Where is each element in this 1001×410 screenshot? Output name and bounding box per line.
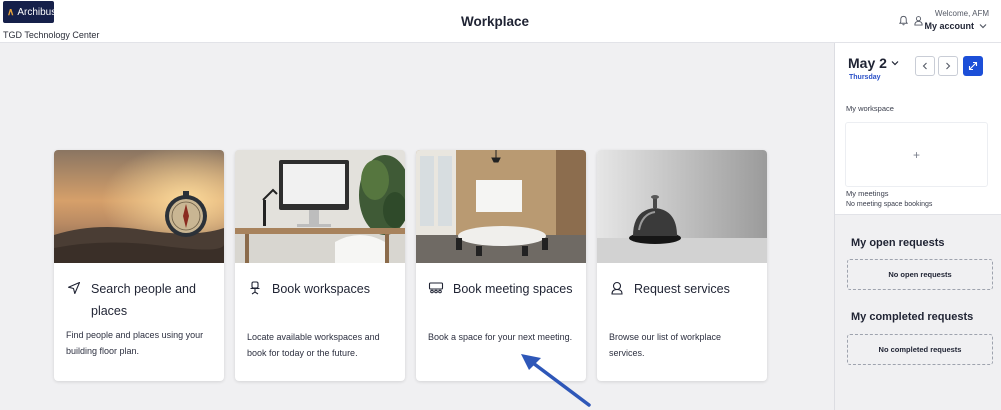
date-picker[interactable]: May 2 — [848, 55, 899, 71]
compass-photo — [54, 150, 224, 263]
bell-icon[interactable] — [898, 15, 909, 26]
card-description: Browse our list of workplace services. — [609, 332, 722, 358]
my-account-label: My account — [924, 21, 974, 31]
date-label: May 2 — [848, 55, 887, 71]
add-workspace-button[interactable]: + — [845, 122, 988, 187]
card-title: Request services — [634, 282, 730, 296]
card-book-workspaces[interactable]: Book workspaces Locate available workspa… — [235, 150, 405, 381]
my-workspace-label: My workspace — [846, 104, 894, 113]
conference-room-photo — [416, 150, 586, 263]
annotation-arrow-icon — [521, 354, 591, 407]
user-icon[interactable] — [913, 15, 924, 26]
navigation-arrow-icon — [67, 281, 81, 295]
completed-requests-empty: No completed requests — [847, 334, 993, 365]
day-label: Thursday — [849, 74, 881, 81]
card-search-people-and-places[interactable]: Search people and places Find people and… — [54, 150, 224, 381]
site-name[interactable]: TGD Technology Center — [3, 30, 99, 40]
desk-chair-icon — [250, 281, 260, 295]
previous-day-button[interactable] — [915, 56, 935, 76]
open-requests-title: My open requests — [851, 237, 945, 249]
card-title: Search people and places — [91, 282, 196, 318]
chevron-left-icon — [922, 62, 927, 70]
right-panel: May 2 Thursday My workspace + My meeting… — [834, 43, 1001, 410]
my-account-menu[interactable]: My account — [924, 21, 987, 31]
welcome-text: Welcome, AFM — [934, 9, 989, 18]
page-title: Workplace — [460, 14, 530, 29]
card-description: Find people and places using your buildi… — [66, 330, 204, 356]
expand-icon — [968, 61, 978, 71]
next-day-button[interactable] — [938, 56, 958, 76]
card-title: Book meeting spaces — [453, 282, 573, 296]
card-title: Book workspaces — [272, 282, 370, 296]
card-description: Book a space for your next meeting. — [428, 332, 573, 342]
open-requests-empty: No open requests — [847, 259, 993, 290]
expand-button[interactable] — [963, 56, 983, 76]
schedule-section: May 2 Thursday My workspace + My meeting… — [835, 43, 1001, 215]
chevron-down-icon — [891, 61, 899, 66]
desk-photo — [235, 150, 405, 263]
completed-requests-title: My completed requests — [851, 311, 974, 323]
service-bell-icon — [611, 281, 623, 295]
card-request-services[interactable]: Request services Browse our list of work… — [597, 150, 767, 381]
app-header: ∧ Archibus TGD Technology Center Workpla… — [0, 0, 1001, 43]
card-book-meeting-spaces[interactable]: Book meeting spaces Book a space for you… — [416, 150, 586, 381]
my-meetings-label: My meetings — [846, 189, 889, 198]
chevron-right-icon — [946, 62, 951, 70]
no-meetings-text: No meeting space bookings — [846, 201, 933, 208]
service-bell-photo — [597, 150, 767, 263]
chevron-down-icon — [979, 24, 987, 29]
plus-icon: + — [912, 147, 920, 162]
meeting-room-icon — [428, 282, 444, 294]
card-description: Locate available workspaces and book for… — [247, 332, 380, 358]
